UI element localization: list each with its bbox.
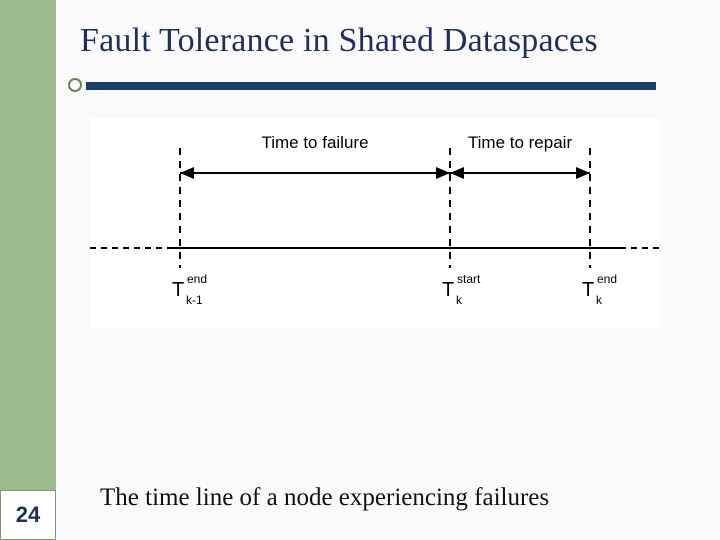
title-bullet-icon	[68, 78, 82, 92]
figure-caption: The time line of a node experiencing fai…	[100, 484, 549, 512]
label-time-to-repair: Time to repair	[468, 133, 573, 152]
tick-sup-0: end	[187, 272, 207, 286]
slide-sidebar: 24	[0, 0, 56, 540]
timeline-figure: Time to failure Time to repair T k-1 end…	[90, 118, 660, 328]
tick-sub-1: k	[456, 293, 463, 307]
page-number-box: 24	[0, 490, 56, 540]
tick-sub-2: k	[596, 293, 603, 307]
tick-sup-2: end	[597, 272, 617, 286]
label-time-to-failure: Time to failure	[261, 133, 368, 152]
slide-title: Fault Tolerance in Shared Dataspaces	[80, 22, 598, 60]
title-underline	[86, 82, 656, 90]
tick-base-1: T	[442, 279, 454, 301]
tick-sup-1: start	[457, 272, 481, 286]
page-number: 24	[16, 502, 40, 528]
timeline-svg: Time to failure Time to repair T k-1 end…	[90, 118, 660, 328]
tick-base-0: T	[172, 279, 184, 301]
tick-sub-0: k-1	[186, 293, 203, 307]
tick-base-2: T	[582, 279, 594, 301]
